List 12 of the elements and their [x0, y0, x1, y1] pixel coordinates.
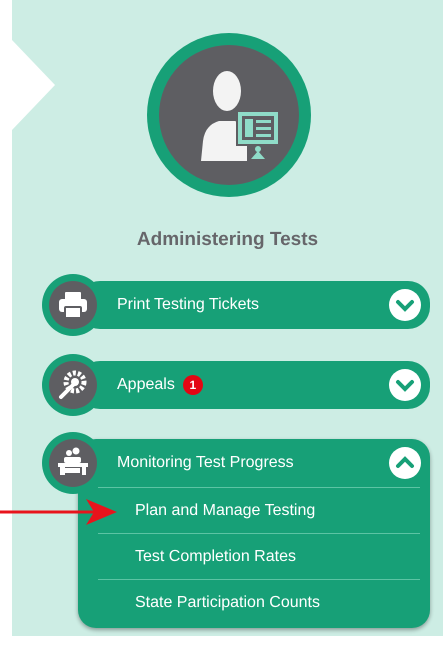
section-title: Administering Tests [136, 229, 318, 251]
notification-badge: 1 [182, 375, 203, 395]
menu-label[interactable]: Appeals [117, 376, 175, 394]
submenu-link[interactable]: Plan and Manage Testing [135, 502, 316, 520]
submenu-link[interactable]: Test Completion Rates [135, 548, 296, 566]
menu-label[interactable]: Print Testing Tickets [117, 296, 259, 314]
expand-icon[interactable] [389, 289, 421, 321]
menu-label[interactable]: Monitoring Test Progress [117, 454, 294, 472]
user-monitor-icon [146, 33, 310, 197]
submenu-link[interactable]: State Participation Counts [135, 594, 320, 612]
collapse-icon[interactable] [389, 447, 421, 479]
expand-icon[interactable] [389, 369, 421, 401]
